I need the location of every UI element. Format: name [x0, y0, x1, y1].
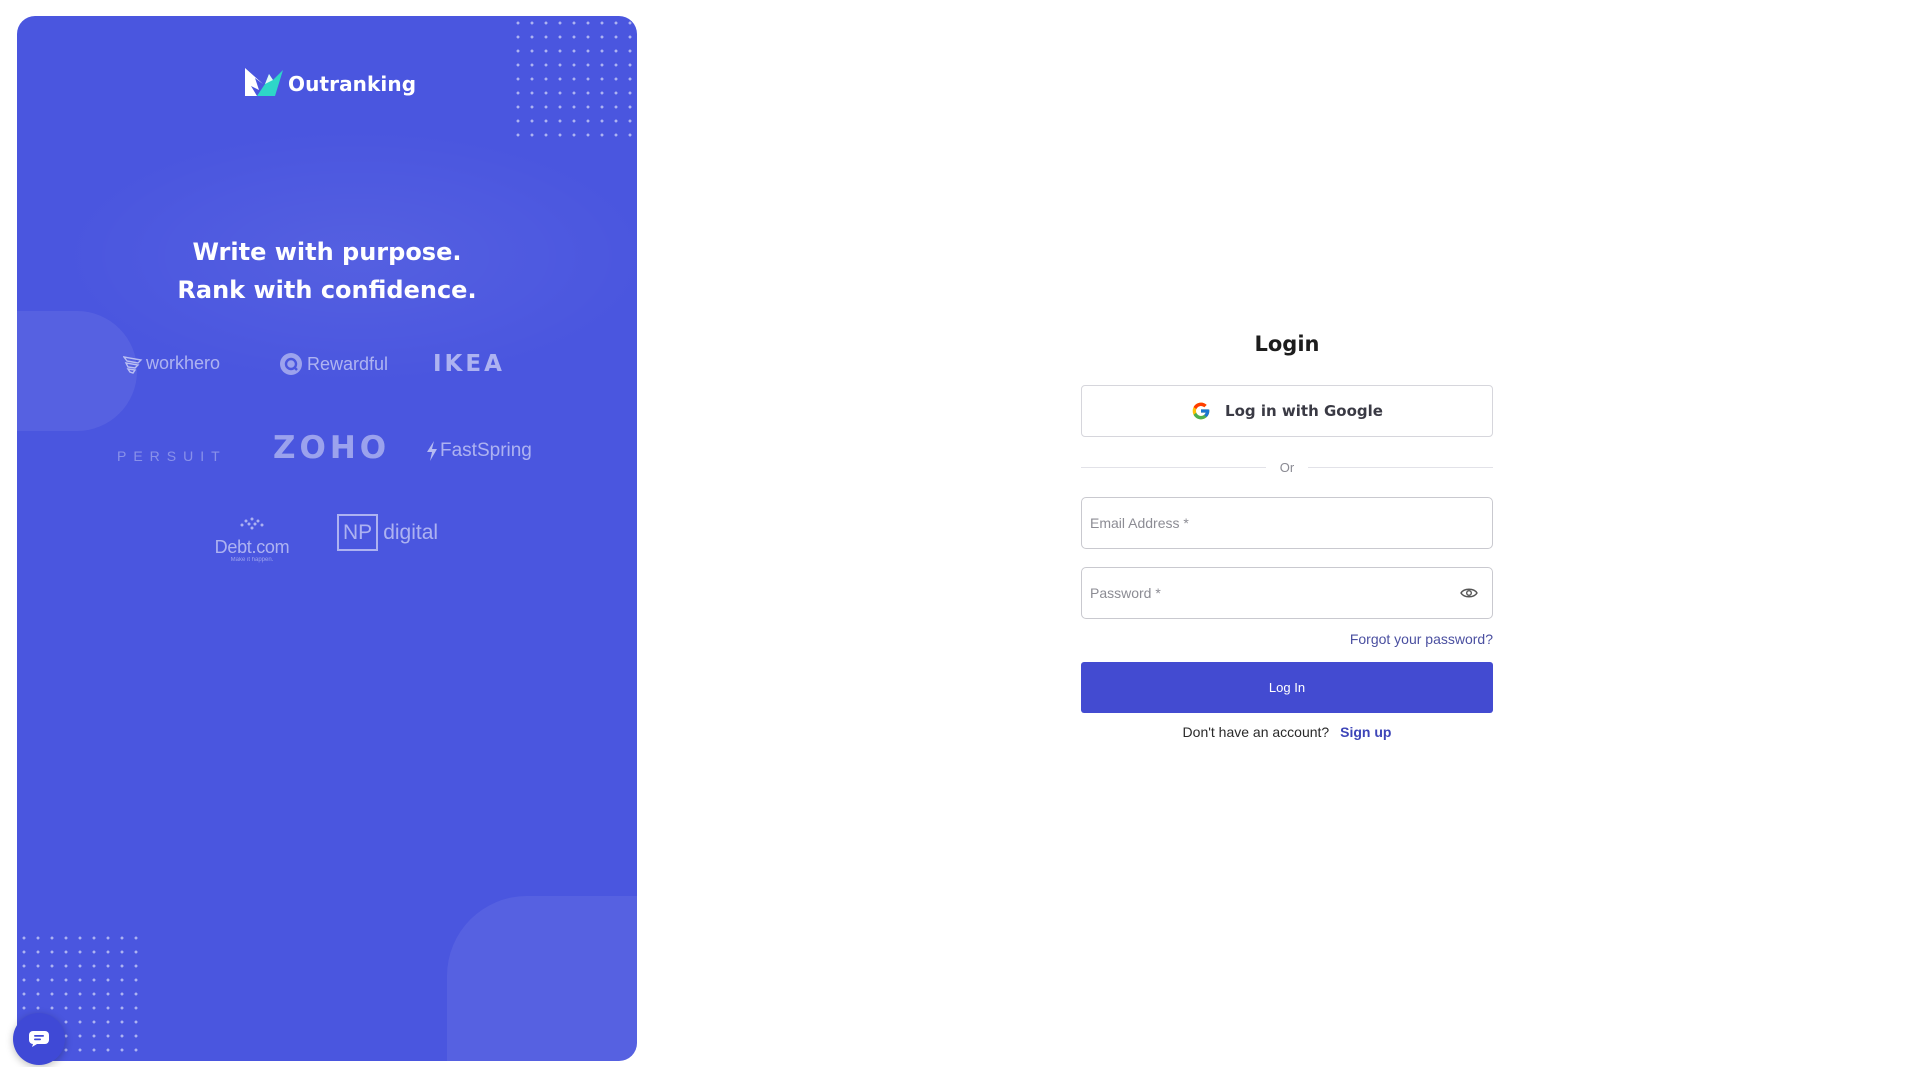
- client-logo-zoho: ZOHO: [273, 430, 391, 466]
- signup-link[interactable]: Sign up: [1340, 724, 1391, 740]
- tagline-line-1: Write with purpose.: [192, 238, 462, 266]
- password-input[interactable]: [1082, 568, 1454, 618]
- outranking-logo-icon: [245, 68, 283, 96]
- password-visibility-toggle[interactable]: [1454, 578, 1484, 608]
- login-page: Outranking Write with purpose. Rank with…: [0, 0, 1920, 1067]
- divider-line: [1308, 466, 1494, 468]
- brand-logo: Outranking: [243, 64, 416, 104]
- brand-name: Outranking: [288, 72, 417, 96]
- client-logo-label: Debt.com: [214, 537, 290, 557]
- dot-pattern-top: [511, 16, 637, 146]
- np-box-mark: NP: [337, 514, 379, 551]
- forgot-password-link[interactable]: Forgot your password?: [1081, 631, 1493, 647]
- login-submit-button[interactable]: Log In: [1081, 662, 1493, 713]
- client-logo-label: digital: [383, 520, 439, 544]
- client-logo-fastspring: FastSpring: [426, 440, 532, 462]
- password-field: [1081, 567, 1493, 619]
- client-logo-workhero: workhero: [123, 353, 220, 374]
- divider-line: [1081, 466, 1266, 468]
- chat-launcher-button[interactable]: [13, 1013, 65, 1065]
- eye-icon: [1460, 588, 1478, 598]
- login-title: Login: [1254, 332, 1320, 356]
- signup-row: Don't have an account? Sign up: [1081, 724, 1493, 740]
- google-login-label: Log in with Google: [1225, 402, 1383, 420]
- tagline-line-2: Rank with confidence.: [177, 276, 477, 304]
- client-logo-persuit: PERSUIT: [117, 448, 227, 464]
- client-logo-label: workhero: [146, 353, 221, 373]
- google-g-icon: [1192, 402, 1210, 420]
- client-logo-ikea: IKEA: [433, 351, 505, 377]
- decorative-blob-left: [17, 311, 137, 431]
- brand-panel: Outranking Write with purpose. Rank with…: [17, 16, 637, 1061]
- google-login-button[interactable]: Log in with Google: [1081, 385, 1493, 437]
- or-divider: Or: [1081, 457, 1494, 477]
- divider-label: Or: [1279, 459, 1295, 475]
- signup-prompt: Don't have an account?: [1182, 724, 1330, 740]
- client-logo-sub: Make it happen.: [230, 557, 274, 563]
- workhero-wing-icon: [123, 355, 143, 374]
- client-logo-label: Rewardful: [307, 353, 389, 374]
- email-input[interactable]: [1082, 498, 1492, 548]
- chat-bubble-icon: [29, 1031, 49, 1047]
- decorative-blob-bottom: [447, 896, 637, 1061]
- lightning-bolt-icon: [427, 441, 437, 461]
- client-logo-label: FastSpring: [440, 440, 532, 461]
- client-logo-np-digital: NP digital: [337, 514, 438, 551]
- email-field: [1081, 497, 1493, 549]
- debt-tree-icon: [240, 517, 264, 530]
- client-logo-debt: Debt.com Make it happen.: [207, 516, 297, 563]
- rewardful-badge-icon: [280, 353, 302, 375]
- client-logo-rewardful: Rewardful: [279, 352, 388, 376]
